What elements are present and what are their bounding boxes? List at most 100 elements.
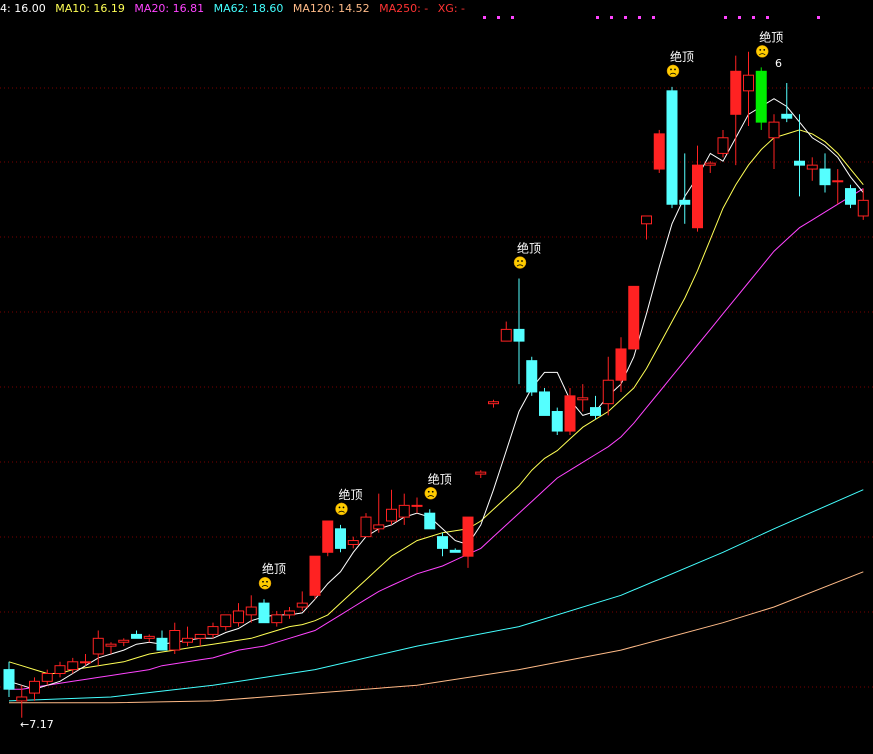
candle-body-9 xyxy=(118,639,130,643)
candle-body-58 xyxy=(743,74,754,92)
annotation-label-40: 绝顶 xyxy=(517,241,541,256)
frown-icon-40 xyxy=(513,256,527,269)
candle-body-16 xyxy=(207,626,219,635)
signal-marker-2-0 xyxy=(724,16,727,19)
candle-body-8 xyxy=(105,643,117,647)
candle-body-53 xyxy=(679,199,691,205)
candle-body-38 xyxy=(488,401,499,405)
candle-body-19 xyxy=(245,606,257,616)
candle-body-2 xyxy=(29,680,40,694)
candle-body-29 xyxy=(373,524,385,530)
frown-eye-l-33 xyxy=(427,490,430,493)
signal-marker-1-2 xyxy=(624,16,627,19)
signal-marker-1-0 xyxy=(596,16,599,19)
candle-body-14 xyxy=(182,637,193,643)
frown-icon-33 xyxy=(424,487,437,500)
frown-eye-r-33 xyxy=(431,490,434,493)
candle-body-47 xyxy=(602,379,614,405)
candle-body-66 xyxy=(845,188,856,205)
candle-body-54 xyxy=(692,164,703,229)
candle-body-39 xyxy=(500,328,512,342)
frown-icon-20 xyxy=(258,576,272,590)
candle-body-48 xyxy=(615,348,627,381)
candle-body-55 xyxy=(704,162,716,166)
candle-body-5 xyxy=(67,661,79,671)
candle-body-12 xyxy=(156,637,168,651)
candle-body-30 xyxy=(386,508,397,522)
candle-body-42 xyxy=(539,391,550,416)
frown-eye-l-40 xyxy=(517,260,519,262)
candle-body-61 xyxy=(781,113,793,119)
signal-marker-0-0 xyxy=(483,16,486,19)
candle-body-11 xyxy=(143,635,155,639)
candle-body-33 xyxy=(424,512,436,530)
signal-marker-2-3 xyxy=(766,16,769,19)
candle-body-18 xyxy=(233,610,244,624)
signal-marker-2-1 xyxy=(738,16,741,19)
candle-body-50 xyxy=(641,215,652,225)
candle-body-41 xyxy=(526,360,538,393)
frown-eye-l-20 xyxy=(262,580,264,583)
candle-body-44 xyxy=(564,395,576,432)
annotation-label-59: 绝顶 xyxy=(759,29,783,44)
signal-marker-1-4 xyxy=(652,16,655,19)
frown-icon-26 xyxy=(335,502,348,516)
candle-body-67 xyxy=(857,199,869,217)
candle-body-46 xyxy=(590,407,601,416)
candle-body-4 xyxy=(54,665,66,675)
candle-body-31 xyxy=(398,504,410,518)
frown-eye-l-26 xyxy=(338,506,341,509)
frown-eye-l-52 xyxy=(670,68,672,71)
signal-marker-1-3 xyxy=(638,16,641,19)
annotation-label-52: 绝顶 xyxy=(670,49,694,64)
candle-body-32 xyxy=(411,504,423,507)
ma10-line xyxy=(8,129,864,674)
candle-body-43 xyxy=(551,411,563,432)
candle-body-0 xyxy=(3,669,15,690)
frown-eye-r-59 xyxy=(763,48,766,51)
annotation-label-20: 绝顶 xyxy=(262,561,286,576)
candle-body-51 xyxy=(653,133,665,170)
candle-body-35 xyxy=(449,549,461,553)
candle-body-36 xyxy=(462,516,474,557)
candle-body-1 xyxy=(16,696,28,702)
low-price-label: ←7.17 xyxy=(20,718,54,731)
frown-icon-52 xyxy=(666,64,680,78)
candle-body-28 xyxy=(360,516,372,538)
candle-body-37 xyxy=(475,471,487,475)
candle-body-45 xyxy=(577,397,589,401)
candle-body-63 xyxy=(806,164,818,170)
annotation-label-33: 绝顶 xyxy=(428,471,452,486)
high-price-label: 6 xyxy=(775,57,782,70)
candlestick-chart[interactable]: 绝顶绝顶绝顶绝顶绝顶绝顶←7.176 xyxy=(0,0,873,754)
candle-body-57 xyxy=(730,70,742,115)
candle-body-65 xyxy=(832,180,844,183)
candle-body-64 xyxy=(819,168,831,186)
candle-body-13 xyxy=(169,630,181,651)
candle-body-21 xyxy=(271,614,283,624)
candle-body-17 xyxy=(220,614,232,628)
candle-body-3 xyxy=(41,673,53,682)
candle-body-7 xyxy=(92,637,104,655)
candle-body-34 xyxy=(437,536,448,549)
candle-body-23 xyxy=(296,602,308,608)
signal-marker-3-0 xyxy=(817,16,820,19)
candle-body-62 xyxy=(794,160,805,166)
candle-body-49 xyxy=(628,285,640,350)
frown-eye-r-40 xyxy=(521,260,523,262)
frown-eye-r-20 xyxy=(266,580,268,583)
candle-body-24 xyxy=(309,555,321,596)
candle-body-15 xyxy=(194,633,206,639)
candle-body-59 xyxy=(755,70,767,123)
candle-body-22 xyxy=(284,610,295,616)
frown-eye-l-59 xyxy=(759,48,762,51)
candle-body-56 xyxy=(717,137,729,154)
signal-marker-1-1 xyxy=(610,16,613,19)
candle-body-6 xyxy=(80,661,91,664)
candle-body-27 xyxy=(347,540,359,545)
candle-body-25 xyxy=(322,520,334,553)
frown-eye-r-52 xyxy=(674,68,676,71)
annotation-label-26: 绝顶 xyxy=(339,487,363,502)
signal-marker-2-2 xyxy=(752,16,755,19)
ma62-line xyxy=(8,489,864,702)
